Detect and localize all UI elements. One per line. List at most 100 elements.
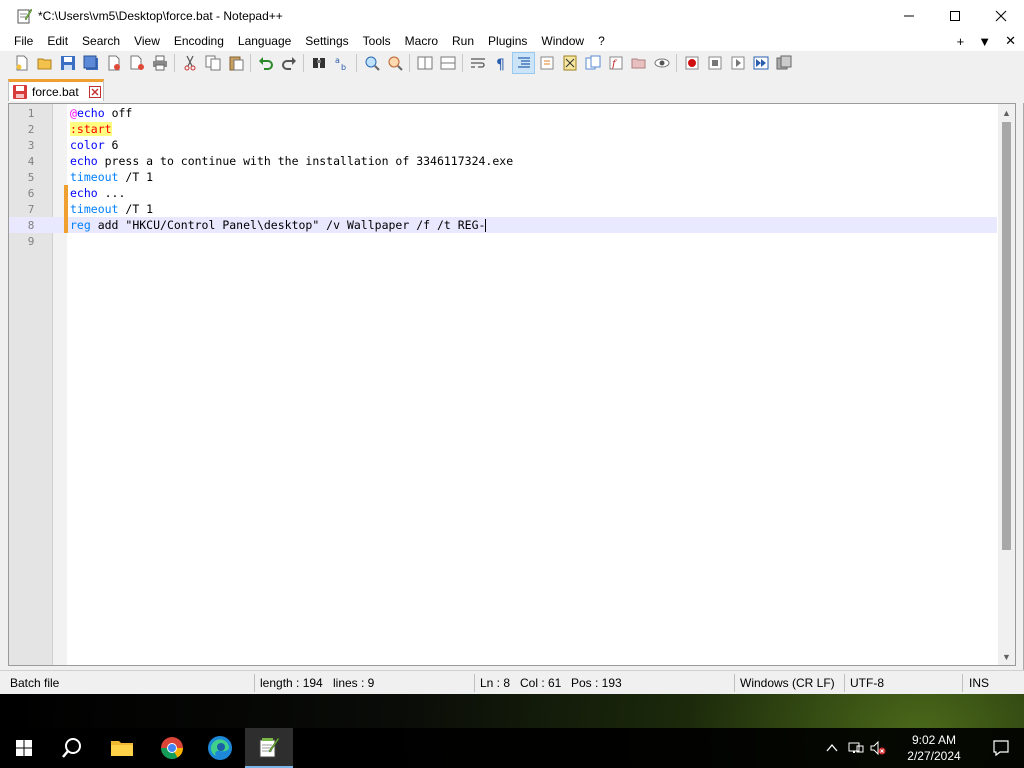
save-icon <box>60 56 75 70</box>
code-line-1[interactable]: 1 @echo off <box>9 105 997 121</box>
word-wrap-button[interactable] <box>466 52 489 74</box>
line-text: @echo off <box>70 106 133 120</box>
taskbar-file-explorer[interactable] <box>98 728 146 768</box>
macro-stop-button[interactable] <box>703 52 726 74</box>
save-button[interactable] <box>56 52 79 74</box>
status-insert-mode: INS <box>969 676 990 690</box>
language-folder-button[interactable] <box>535 52 558 74</box>
vertical-scrollbar[interactable]: ▲ ▼ <box>998 104 1015 665</box>
menu-edit[interactable]: Edit <box>40 31 75 51</box>
code-line-9[interactable]: 9 <box>9 233 997 249</box>
scroll-down-icon[interactable]: ▼ <box>998 648 1015 665</box>
toolbar-separator <box>356 54 357 72</box>
paste-button[interactable] <box>224 52 247 74</box>
find-icon <box>312 58 325 68</box>
print-button[interactable] <box>148 52 171 74</box>
replace-icon: ab <box>335 56 346 71</box>
close-document-icon[interactable]: ✕ <box>1005 33 1016 49</box>
tab-close-icon[interactable] <box>88 85 101 98</box>
new-tab-plus-icon[interactable]: + <box>957 34 965 49</box>
volume-muted-icon[interactable] <box>870 740 886 756</box>
menu-search[interactable]: Search <box>75 31 127 51</box>
close-all-button[interactable] <box>125 52 148 74</box>
close-button[interactable] <box>978 0 1024 31</box>
code-line-3[interactable]: 3 color 6 <box>9 137 997 153</box>
start-button[interactable] <box>0 728 48 768</box>
save-all-button[interactable] <box>79 52 102 74</box>
taskbar-clock[interactable]: 9:02 AM 2/27/2024 <box>902 732 966 764</box>
menu-encoding[interactable]: Encoding <box>167 31 231 51</box>
tab-list-dropdown-icon[interactable]: ▼ <box>978 34 991 49</box>
code-line-8[interactable]: 8 reg add "HKCU/Control Panel\desktop" /… <box>9 217 997 233</box>
notifications-icon[interactable] <box>992 739 1010 757</box>
code-line-4[interactable]: 4 echo press a to continue with the inst… <box>9 153 997 169</box>
maximize-button[interactable] <box>932 0 978 31</box>
taskbar-edge[interactable] <box>196 728 244 768</box>
zoom-out-button[interactable] <box>383 52 406 74</box>
scroll-up-icon[interactable]: ▲ <box>998 104 1015 121</box>
menu-file[interactable]: File <box>0 31 40 51</box>
find-button[interactable] <box>307 52 330 74</box>
code-lines: 1 @echo off 2 :start 3 color 6 4 echo pr… <box>9 105 997 249</box>
macro-record-button[interactable] <box>680 52 703 74</box>
taskbar-chrome[interactable] <box>148 728 196 768</box>
editor-pane[interactable]: 1 @echo off 2 :start 3 color 6 4 echo pr… <box>8 103 1016 666</box>
show-all-chars-button[interactable]: ¶ <box>489 52 512 74</box>
new-file-icon <box>16 55 27 71</box>
title-bar[interactable]: *C:\Users\vm5\Desktop\force.bat - Notepa… <box>0 0 1024 31</box>
menu-window[interactable]: Window <box>534 31 591 51</box>
sync-vertical-button[interactable] <box>413 52 436 74</box>
folder-workspace-icon <box>631 58 645 69</box>
copy-button[interactable] <box>201 52 224 74</box>
code-line-7[interactable]: 7 timeout /T 1 <box>9 201 997 217</box>
taskbar-search-button[interactable] <box>48 728 96 768</box>
tab-force-bat[interactable]: force.bat <box>8 79 104 101</box>
indent-guide-button[interactable] <box>512 52 535 74</box>
menu-macro[interactable]: Macro <box>398 31 445 51</box>
document-map-button[interactable] <box>558 52 581 74</box>
monitoring-button[interactable] <box>650 52 673 74</box>
redo-button[interactable] <box>277 52 300 74</box>
maximize-icon <box>950 10 960 21</box>
menu-tools[interactable]: Tools <box>356 31 398 51</box>
code-line-2[interactable]: 2 :start <box>9 121 997 137</box>
scrollbar-thumb[interactable] <box>1002 122 1011 550</box>
cut-button[interactable] <box>178 52 201 74</box>
function-list-button[interactable]: f <box>604 52 627 74</box>
menu-run[interactable]: Run <box>445 31 481 51</box>
code-line-5[interactable]: 5 timeout /T 1 <box>9 169 997 185</box>
sync-horizontal-button[interactable] <box>436 52 459 74</box>
menu-help[interactable]: ? <box>591 31 612 51</box>
show-hidden-icons-chevron-icon[interactable] <box>824 740 840 756</box>
status-separator <box>844 674 845 692</box>
windows-logo-icon <box>16 740 32 756</box>
folder-as-workspace-button[interactable] <box>627 52 650 74</box>
menu-settings[interactable]: Settings <box>298 31 355 51</box>
document-list-button[interactable] <box>581 52 604 74</box>
tab-bar: force.bat <box>0 75 1024 103</box>
macro-play-multiple-button[interactable] <box>749 52 772 74</box>
macro-save-button[interactable] <box>772 52 795 74</box>
status-separator <box>962 674 963 692</box>
zoom-in-button[interactable] <box>360 52 383 74</box>
menu-language[interactable]: Language <box>231 31 298 51</box>
menu-view[interactable]: View <box>127 31 167 51</box>
undo-button[interactable] <box>254 52 277 74</box>
macro-play-button[interactable] <box>726 52 749 74</box>
sync-horizontal-icon <box>440 56 455 70</box>
open-file-button[interactable] <box>33 52 56 74</box>
replace-button[interactable]: ab <box>330 52 353 74</box>
svg-text:a: a <box>335 56 340 65</box>
code-line-6[interactable]: 6 echo ... <box>9 185 997 201</box>
menu-plugins[interactable]: Plugins <box>481 31 534 51</box>
close-file-button[interactable] <box>102 52 125 74</box>
unsaved-file-icon <box>13 84 27 99</box>
line-number: 7 <box>27 202 35 216</box>
clock-time: 9:02 AM <box>911 733 957 747</box>
status-line-number: Ln : 8 <box>480 676 511 690</box>
new-file-button[interactable] <box>10 52 33 74</box>
network-icon[interactable] <box>848 740 864 756</box>
status-column: Col : 61 <box>520 676 562 690</box>
taskbar-notepadpp[interactable] <box>245 728 293 768</box>
minimize-button[interactable] <box>886 0 932 31</box>
